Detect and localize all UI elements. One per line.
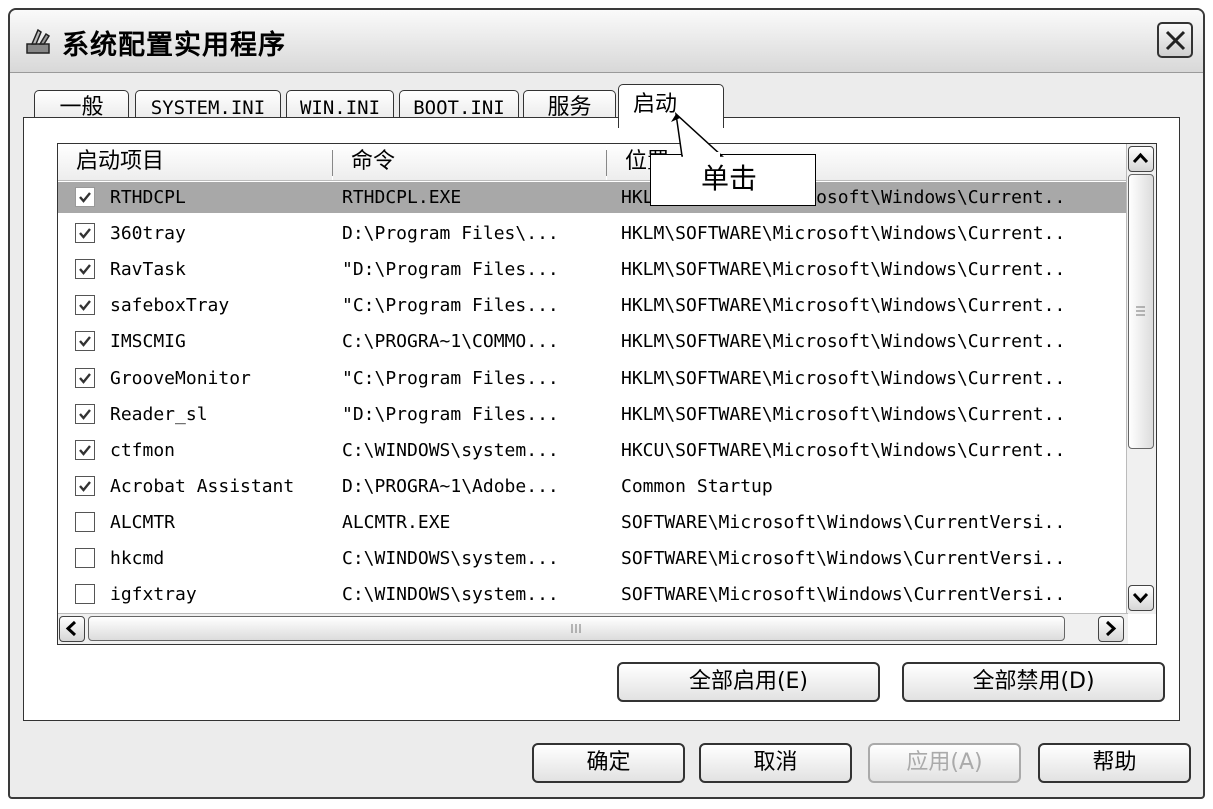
- vertical-scroll-thumb[interactable]: [1128, 174, 1154, 449]
- checkmark-icon: [79, 228, 91, 239]
- ok-button[interactable]: 确定: [532, 743, 685, 783]
- horizontal-scroll-thumb[interactable]: [88, 616, 1065, 641]
- tab-startup[interactable]: 启动: [618, 84, 724, 128]
- startup-checkbox[interactable]: [75, 331, 95, 352]
- scroll-down-button[interactable]: [1128, 585, 1154, 611]
- startup-item-command: C:\PROGRA~1\COMMO...: [342, 331, 559, 353]
- checkmark-icon: [79, 336, 91, 348]
- startup-item-name: RavTask: [110, 259, 186, 281]
- startup-item-location: HKLM\SOFTWARE\Microsoft\Windows\Current.…: [621, 223, 1066, 245]
- checkmark-icon: [79, 264, 91, 276]
- startup-item-location: HKLM\SOFTWARE\Microsoft\Windows\Current.…: [621, 403, 1066, 425]
- startup-item-name: Acrobat Assistant: [110, 475, 295, 497]
- list-item[interactable]: Reader_sl "D:\Program Files... HKLM\SOFTWA…: [58, 399, 1126, 430]
- checkmark-icon: [79, 444, 91, 456]
- checkmark-icon: [79, 300, 91, 312]
- close-button[interactable]: [1157, 22, 1193, 58]
- startup-item-command: "D:\Program Files...: [342, 403, 559, 425]
- startup-item-command: ALCMTR.EXE: [342, 511, 451, 533]
- startup-checkbox[interactable]: [75, 223, 95, 244]
- startup-checkbox[interactable]: [75, 187, 95, 207]
- scroll-left-icon: [65, 620, 77, 637]
- list-item[interactable]: GrooveMonitor "C:\Program Files... HKLM\SO…: [58, 363, 1126, 394]
- startup-item-location: HKLM\SOFTWARE\Microsoft\Windows\Current.…: [621, 331, 1066, 353]
- list-item[interactable]: RTHDCPL RTHDCPL.EXE HKLM\SOFTWARE\Microsof…: [58, 182, 1126, 213]
- help-button[interactable]: 帮助: [1038, 743, 1191, 783]
- list-item[interactable]: RavTask "D:\Program Files... HKLM\SOFTWARE…: [58, 254, 1126, 285]
- grip-icon: [571, 624, 581, 633]
- list-item[interactable]: Acrobat Assistant D:\PROGRA~1\Adobe... Com…: [58, 471, 1126, 502]
- startup-item-command: RTHDCPL.EXE: [342, 187, 462, 208]
- startup-item-name: 360tray: [110, 223, 186, 245]
- list-item[interactable]: IMSCMIG C:\PROGRA~1\COMMO... HKLM\SOFTWARE…: [58, 326, 1126, 357]
- window-title: 系统配置实用程序: [62, 30, 286, 61]
- msconfig-app-icon: [26, 28, 51, 54]
- scroll-up-icon: [1132, 152, 1149, 164]
- checkmark-icon: [79, 408, 91, 420]
- startup-checkbox[interactable]: [75, 403, 95, 424]
- list-item[interactable]: igfxtray C:\WINDOWS\system... SOFTWARE\Mic…: [58, 579, 1126, 610]
- startup-item-location: SOFTWARE\Microsoft\Windows\CurrentVersi.…: [621, 511, 1066, 533]
- startup-item-command: "C:\Program Files...: [342, 367, 559, 389]
- apply-button[interactable]: 应用(A): [868, 743, 1021, 783]
- startup-item-command: "C:\Program Files...: [342, 295, 559, 317]
- startup-checkbox[interactable]: [75, 584, 95, 605]
- checkmark-icon: [79, 192, 91, 203]
- list-item[interactable]: safeboxTray "C:\Program Files... HKLM\SOFT…: [58, 290, 1126, 321]
- startup-item-command: C:\WINDOWS\system...: [342, 548, 559, 569]
- startup-item-location: HKLM\SOFTWARE\Microsoft\Windows\Current.…: [621, 295, 1066, 317]
- startup-checkbox[interactable]: [75, 475, 95, 496]
- startup-checkbox[interactable]: [75, 511, 95, 532]
- startup-item-location: HKLM\SOFTWARE\Microsoft\Windows\Current.…: [621, 367, 1066, 389]
- startup-item-location: SOFTWARE\Microsoft\Windows\CurrentVersi.…: [621, 584, 1066, 606]
- startup-item-name: ALCMTR: [110, 511, 176, 533]
- startup-checkbox[interactable]: [75, 439, 95, 460]
- startup-item-command: D:\Program Files\...: [342, 223, 559, 245]
- startup-checkbox[interactable]: [75, 548, 95, 568]
- startup-item-name: GrooveMonitor: [110, 367, 251, 389]
- startup-item-command: "D:\Program Files...: [342, 259, 559, 281]
- startup-item-name: Reader_sl: [110, 403, 208, 425]
- header-divider: [58, 180, 1128, 181]
- startup-item-command: C:\WINDOWS\system...: [342, 439, 559, 461]
- startup-item-command: C:\WINDOWS\system...: [342, 584, 559, 606]
- startup-item-name: RTHDCPL: [110, 187, 186, 208]
- startup-item-name: safeboxTray: [110, 295, 230, 317]
- callout-label: 单击: [650, 154, 816, 206]
- scroll-left-button[interactable]: [59, 616, 85, 642]
- grip-icon: [1136, 306, 1145, 316]
- scroll-right-button[interactable]: [1098, 616, 1124, 642]
- checkmark-icon: [79, 372, 91, 384]
- startup-item-location: HKCU\SOFTWARE\Microsoft\Windows\Current.…: [621, 439, 1066, 461]
- scroll-right-icon: [1105, 620, 1117, 637]
- startup-item-command: D:\PROGRA~1\Adobe...: [342, 475, 559, 497]
- list-item[interactable]: hkcmd C:\WINDOWS\system... SOFTWARE\Micros…: [58, 543, 1126, 574]
- cancel-button[interactable]: 取消: [699, 743, 852, 783]
- startup-item-name: ctfmon: [110, 439, 176, 461]
- scroll-down-icon: [1132, 592, 1149, 604]
- horizontal-scrollbar[interactable]: [58, 613, 1128, 644]
- checkmark-icon: [79, 481, 91, 492]
- title-bar[interactable]: 系统配置实用程序: [10, 10, 1203, 73]
- startup-item-name: IMSCMIG: [110, 331, 186, 353]
- list-item[interactable]: ctfmon C:\WINDOWS\system... HKCU\SOFTWARE\…: [58, 435, 1126, 466]
- startup-checkbox[interactable]: [75, 259, 95, 280]
- startup-item-name: igfxtray: [110, 584, 197, 606]
- startup-checkbox[interactable]: [75, 295, 95, 316]
- list-item[interactable]: 360tray D:\Program Files\... HKLM\SOFTWARE…: [58, 218, 1126, 249]
- list-item[interactable]: ALCMTR ALCMTR.EXE SOFTWARE\Microsoft\Windo…: [58, 507, 1126, 538]
- vertical-scrollbar[interactable]: [1126, 144, 1156, 614]
- disable-all-button[interactable]: 全部禁用(D): [902, 662, 1165, 702]
- startup-checkbox[interactable]: [75, 367, 95, 388]
- startup-item-location: HKLM\SOFTWARE\Microsoft\Windows\Current.…: [621, 259, 1066, 281]
- column-header-command[interactable]: 命令: [333, 144, 606, 180]
- enable-all-button[interactable]: 全部启用(E): [617, 662, 880, 702]
- startup-item-name: hkcmd: [110, 548, 165, 569]
- startup-item-location: SOFTWARE\Microsoft\Windows\CurrentVersi.…: [621, 548, 1066, 569]
- startup-item-location: Common Startup: [621, 475, 773, 497]
- column-header-startup-item[interactable]: 启动项目: [58, 144, 332, 180]
- scroll-up-button[interactable]: [1128, 146, 1154, 172]
- close-icon: [1165, 30, 1186, 51]
- startup-items-list: 启动项目 命令 位置 RTHDCPL RTHDCPL.EXE HKLM\SOFTWA…: [57, 143, 1157, 645]
